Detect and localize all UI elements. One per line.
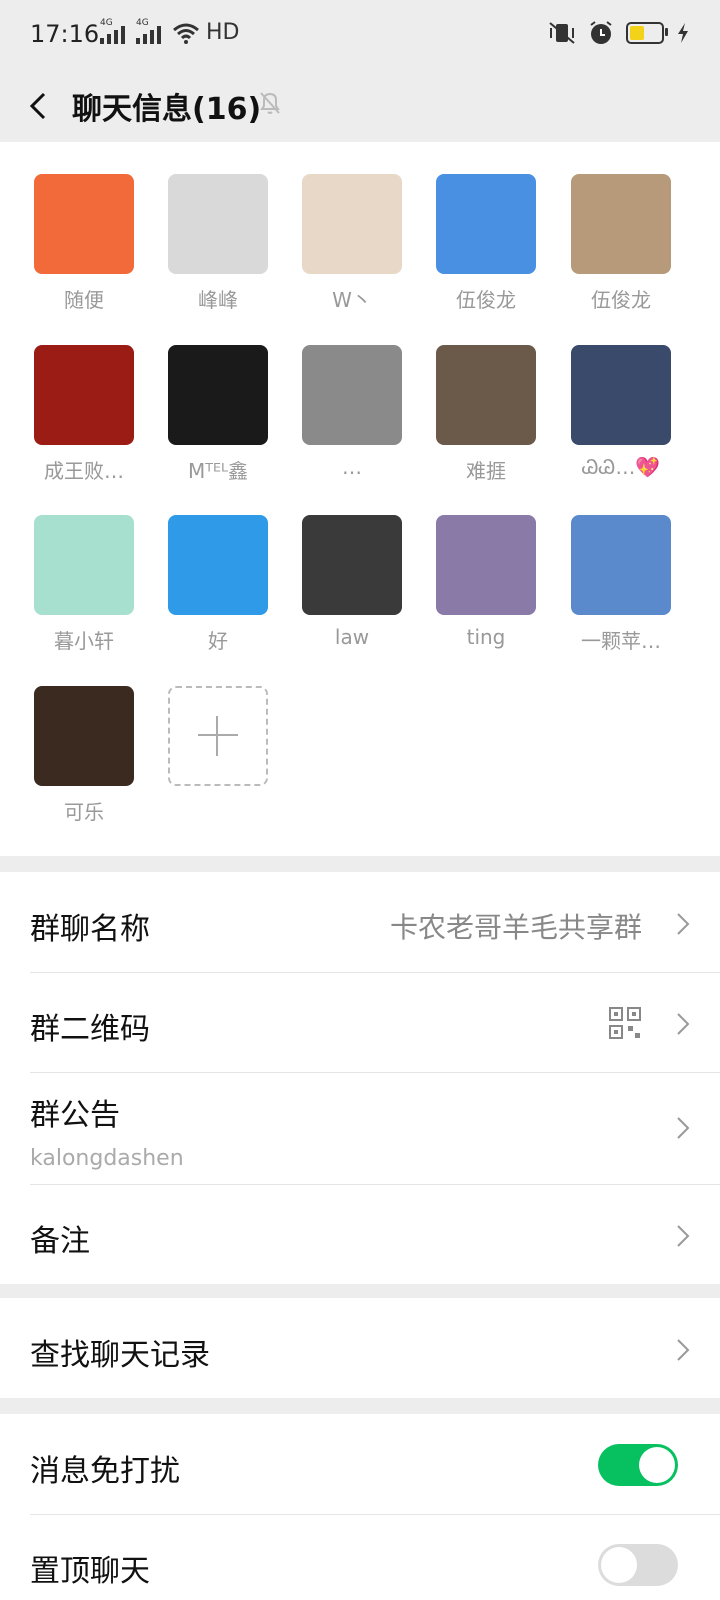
header: 聊天信息(16)	[0, 72, 720, 142]
member-name: 成王败…	[44, 459, 124, 483]
member-name: …	[342, 455, 362, 479]
member-item[interactable]: 好	[163, 515, 273, 654]
chevron-right-icon	[677, 1117, 690, 1139]
avatar	[34, 515, 134, 615]
chevron-right-icon	[677, 913, 690, 935]
avatar	[302, 345, 402, 445]
alarm-icon	[590, 21, 612, 44]
avatar	[34, 174, 134, 274]
status-bar: 17:16 4G 4G HD	[0, 0, 720, 72]
member-name: 伍俊龙	[591, 288, 651, 312]
chevron-right-icon	[677, 1013, 690, 1035]
member-name: 可乐	[64, 800, 104, 824]
member-item[interactable]: 可乐	[29, 686, 139, 825]
remark-row[interactable]: 备注	[0, 1184, 720, 1284]
group-qr-row[interactable]: 群二维码	[0, 972, 720, 1072]
member-name: 随便	[64, 288, 104, 312]
group-settings-section: 群聊名称 卡农老哥羊毛共享群 群二维码 群公告 kalongdashen 备注	[0, 872, 720, 1284]
plus-icon	[168, 686, 268, 786]
member-item[interactable]: W丶	[297, 174, 407, 313]
announcement-label: 群公告	[30, 1098, 120, 1133]
avatar	[436, 515, 536, 615]
member-item[interactable]: 伍俊龙	[431, 174, 541, 313]
pin-chat-row: 置顶聊天	[0, 1514, 720, 1600]
member-name: 一颗苹…	[581, 629, 661, 653]
chevron-right-icon	[677, 1225, 690, 1247]
avatar	[436, 345, 536, 445]
member-item[interactable]: 伍俊龙	[566, 174, 676, 313]
member-item[interactable]: ᏊᏊ…💖	[566, 345, 676, 479]
member-name: 暮小轩	[54, 629, 114, 653]
member-name: law	[334, 625, 370, 649]
mute-row: 消息免打扰	[0, 1414, 720, 1514]
search-history-label: 查找聊天记录	[30, 1338, 210, 1373]
avatar	[302, 515, 402, 615]
qr-code-icon	[609, 1007, 641, 1039]
chat-options-section: 消息免打扰 置顶聊天	[0, 1414, 720, 1600]
status-time: 17:16	[30, 20, 100, 48]
member-item[interactable]: 难捱	[431, 345, 541, 484]
avatar	[34, 686, 134, 786]
avatar	[571, 345, 671, 445]
group-name-value: 卡农老哥羊毛共享群	[389, 911, 642, 944]
add-member-button[interactable]	[163, 686, 273, 786]
search-history-row[interactable]: 查找聊天记录	[0, 1298, 720, 1398]
pin-chat-toggle[interactable]	[598, 1544, 678, 1586]
member-item[interactable]: 峰峰	[163, 174, 273, 313]
remark-label: 备注	[30, 1224, 90, 1259]
announcement-text: kalongdashen	[30, 1146, 184, 1171]
member-name: ᏊᏊ…💖	[581, 455, 661, 479]
member-item[interactable]: …	[297, 345, 407, 479]
member-name: 峰峰	[198, 288, 238, 312]
pin-chat-label: 置顶聊天	[30, 1554, 150, 1589]
member-item[interactable]: law	[297, 515, 407, 649]
member-item[interactable]: 随便	[29, 174, 139, 313]
member-item[interactable]: Mᵀᴱᴸ鑫	[163, 345, 273, 484]
chevron-right-icon	[677, 1339, 690, 1361]
group-name-row[interactable]: 群聊名称 卡农老哥羊毛共享群	[0, 872, 720, 972]
avatar	[168, 174, 268, 274]
avatar	[168, 515, 268, 615]
member-name: W丶	[332, 288, 372, 312]
avatar	[168, 345, 268, 445]
member-item[interactable]: 一颗苹…	[566, 515, 676, 654]
member-item[interactable]: 暮小轩	[29, 515, 139, 654]
announcement-row[interactable]: 群公告 kalongdashen	[0, 1072, 720, 1184]
mute-bell-icon	[260, 92, 280, 114]
member-grid: 随便 峰峰 W丶 伍俊龙 伍俊龙 成王败… Mᵀᴱᴸ鑫 … 难捱 ᏊᏊ…💖 暮小…	[0, 142, 720, 856]
search-section: 查找聊天记录	[0, 1298, 720, 1398]
avatar	[436, 174, 536, 274]
vibrate-silent-icon	[549, 22, 575, 44]
back-arrow-icon[interactable]	[24, 86, 54, 126]
mute-label: 消息免打扰	[30, 1454, 180, 1489]
member-name: ting	[466, 625, 506, 649]
charging-icon	[678, 23, 688, 43]
battery-icon	[626, 22, 668, 44]
member-item[interactable]: 成王败…	[29, 345, 139, 484]
group-qr-label: 群二维码	[30, 1012, 150, 1047]
avatar	[571, 515, 671, 615]
member-name: Mᵀᴱᴸ鑫	[188, 459, 248, 483]
signal-2-icon: 4G	[136, 18, 161, 44]
mute-toggle[interactable]	[598, 1444, 678, 1486]
avatar	[34, 345, 134, 445]
wifi-icon	[173, 23, 199, 44]
member-name: 难捱	[466, 459, 506, 483]
member-name: 好	[208, 629, 228, 653]
avatar	[571, 174, 671, 274]
avatar	[302, 174, 402, 274]
page-title: 聊天信息(16)	[72, 92, 262, 127]
group-name-label: 群聊名称	[30, 912, 150, 947]
member-item[interactable]: ting	[431, 515, 541, 649]
hd-indicator: HD	[206, 20, 240, 45]
signal-1-icon: 4G	[100, 18, 125, 44]
member-name: 伍俊龙	[456, 288, 516, 312]
